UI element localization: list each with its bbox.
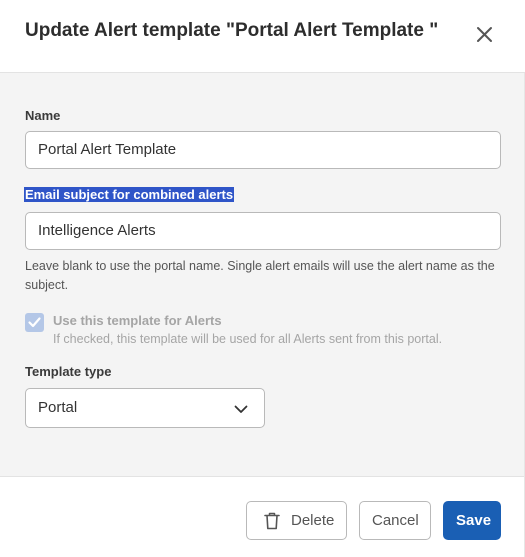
email-subject-help: Leave blank to use the portal name. Sing… (25, 259, 495, 292)
delete-button-label: Delete (291, 512, 335, 529)
dialog-title: Update Alert template "Portal Alert Temp… (25, 20, 439, 41)
chevron-down-icon (234, 405, 248, 413)
template-type-label: Template type (25, 364, 112, 379)
trash-icon (264, 512, 280, 530)
update-alert-template-dialog: Update Alert template "Portal Alert Temp… (0, 0, 525, 557)
template-type-value: Portal (38, 399, 78, 416)
template-type-select[interactable]: Portal (25, 388, 265, 428)
save-button-label: Save (456, 512, 492, 529)
save-button[interactable]: Save (443, 501, 501, 540)
email-subject-label: Email subject for combined alerts (24, 187, 235, 202)
name-label: Name (25, 108, 61, 123)
close-button[interactable] (472, 22, 498, 48)
name-input[interactable]: Portal Alert Template (25, 131, 501, 169)
email-subject-input[interactable]: Intelligence Alerts (25, 212, 501, 250)
use-template-help: If checked, this template will be used f… (53, 332, 443, 346)
close-icon (477, 27, 492, 42)
use-template-checkbox[interactable] (25, 313, 44, 332)
cancel-button[interactable]: Cancel (359, 501, 431, 540)
dialog-header: Update Alert template "Portal Alert Temp… (0, 0, 525, 73)
delete-button[interactable]: Delete (246, 501, 347, 540)
use-template-label: Use this template for Alerts (53, 313, 222, 328)
cancel-button-label: Cancel (372, 512, 419, 529)
dialog-body: Name Portal Alert Template Email subject… (0, 73, 524, 477)
checkmark-icon (28, 317, 41, 328)
